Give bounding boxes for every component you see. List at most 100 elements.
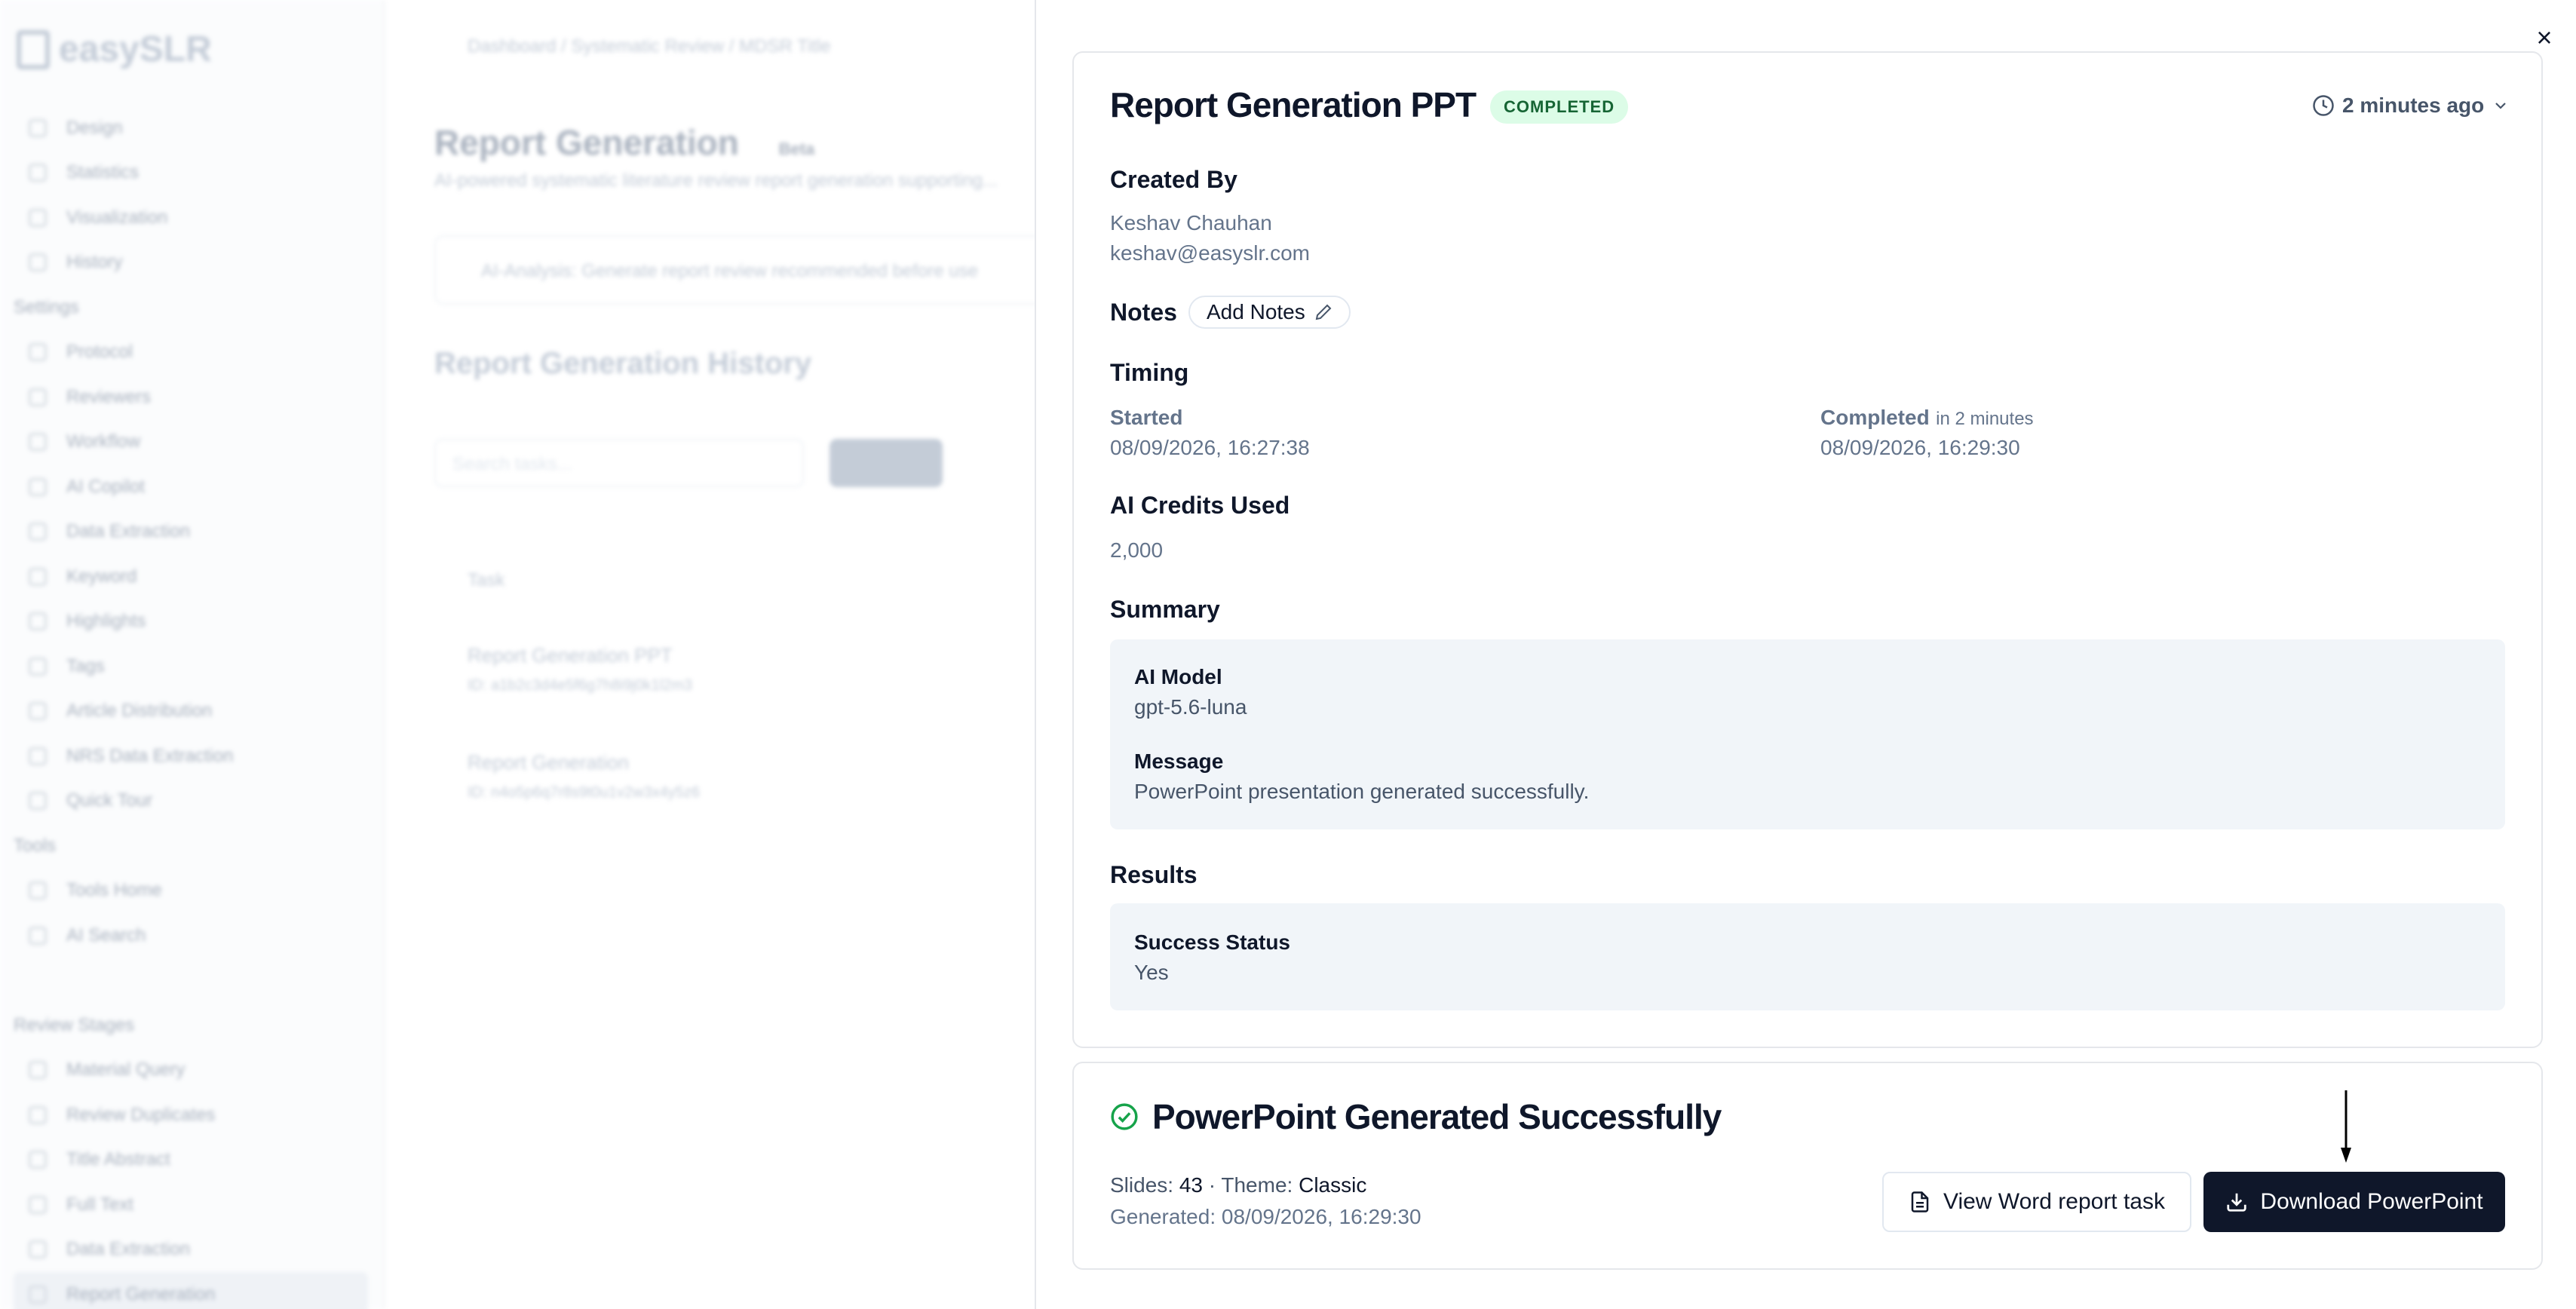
nav-item-icon [29, 746, 47, 765]
nav-item-icon [29, 433, 47, 452]
sidebar: easySLR Design Statistics Visualization His… [0, 0, 385, 1309]
results-label: Results [1110, 861, 1198, 888]
status-badge: COMPLETED [1490, 90, 1629, 124]
page-subtitle: AI-powered systematic literature review … [434, 170, 998, 191]
history-title: Report Generation History [434, 347, 812, 380]
powerpoint-meta: Slides: 43 · Theme: Classic [1110, 1173, 1367, 1197]
close-icon[interactable]: × [2531, 24, 2558, 51]
started-value: 08/09/2026, 16:27:38 [1110, 436, 1310, 459]
sidebar-item[interactable]: Tags [14, 644, 368, 689]
table-row[interactable]: Report Generation PPT [468, 644, 673, 667]
download-powerpoint-button[interactable]: Download PowerPoint [2203, 1172, 2505, 1232]
task-title: Report Generation PPT [1110, 85, 1477, 124]
sidebar-item[interactable]: Article Distribution [14, 689, 368, 734]
sidebar-item[interactable]: Highlights [14, 599, 368, 645]
summary-label: Summary [1110, 596, 1220, 623]
nav-item-icon [29, 612, 47, 631]
sidebar-section-header: Review Stages [14, 1014, 135, 1035]
beta-badge: Beta [778, 139, 815, 158]
sidebar-section-header: Settings [14, 296, 79, 317]
powerpoint-result-card [1072, 1062, 2543, 1270]
sidebar-item[interactable]: Design [14, 106, 368, 151]
completed-header: Completed in 2 minutes [1820, 406, 2034, 430]
main-content: Dashboard / Systematic Review / MDSR Tit… [407, 0, 1056, 1309]
check-circle-icon [1111, 1103, 1138, 1130]
nav-item-icon [29, 657, 47, 676]
page-title: Report Generation Beta [434, 123, 815, 162]
nav-item-icon [29, 926, 47, 945]
creator-email: keshav@easyslr.com [1110, 241, 1310, 265]
creator-name: Keshav Chauhan [1110, 211, 1272, 235]
time-ago-dropdown[interactable]: 2 minutes ago [2312, 94, 2510, 118]
sidebar-nav: Design Statistics Visualization History Sett… [14, 106, 368, 1309]
message-label: Message [1134, 750, 1224, 773]
sidebar-item[interactable]: Workflow [14, 420, 368, 465]
app-logo: easySLR [17, 29, 212, 70]
completed-value: 08/09/2026, 16:29:30 [1820, 436, 2020, 459]
powerpoint-title: PowerPoint Generated Successfully [1152, 1097, 1722, 1136]
nav-item-icon [29, 1285, 47, 1304]
sidebar-item[interactable]: AI Copilot [14, 464, 368, 510]
sidebar-section-header: Tools [14, 835, 57, 856]
download-icon [2227, 1193, 2247, 1212]
nav-item-icon [29, 702, 47, 721]
nav-item-icon [29, 1061, 47, 1080]
generated-timestamp: Generated: 08/09/2026, 16:29:30 [1110, 1205, 1421, 1228]
document-icon [1911, 1191, 1929, 1212]
breadcrumb[interactable]: Dashboard / Systematic Review / MDSR Tit… [468, 36, 831, 57]
chevron-down-icon [2495, 103, 2507, 109]
nav-item-icon [29, 1105, 47, 1124]
sidebar-item[interactable]: Statistics [14, 151, 368, 196]
nav-item-icon [29, 1151, 47, 1170]
table-row-id: ID: a1b2c3d4e5f6g7h8i9j0k1l2m3 [468, 677, 692, 694]
search-input[interactable]: Search tasks... [434, 439, 804, 487]
table-row[interactable]: Report Generation [468, 751, 629, 774]
sidebar-item[interactable]: Data Extraction [14, 1228, 368, 1273]
sidebar-item[interactable]: Review Duplicates [14, 1093, 368, 1138]
add-notes-button[interactable]: Add Notes [1188, 296, 1351, 329]
sidebar-item[interactable]: Protocol [14, 330, 368, 376]
timing-label: Timing [1110, 359, 1189, 386]
task-details-card [1072, 51, 2543, 1048]
nav-item-icon [29, 118, 47, 137]
sidebar-item[interactable]: AI Search [14, 913, 368, 958]
credits-label: AI Credits Used [1110, 492, 1290, 519]
sidebar-item[interactable]: Title Abstract [14, 1138, 368, 1183]
sidebar-item[interactable]: Report Generation [14, 1272, 368, 1309]
created-by-label: Created By [1110, 166, 1237, 193]
nav-item-icon [29, 881, 47, 900]
credits-value: 2,000 [1110, 538, 1164, 562]
sidebar-item[interactable]: Quick Tour [14, 779, 368, 824]
sidebar-item[interactable]: Material Query [14, 1048, 368, 1093]
nav-item-icon [29, 388, 47, 406]
notes-label: Notes [1110, 299, 1177, 326]
sidebar-item[interactable]: Visualization [14, 195, 368, 241]
sidebar-item[interactable]: NRS Data Extraction [14, 734, 368, 779]
message-value: PowerPoint presentation generated succes… [1134, 780, 1590, 803]
theme-name: Classic [1299, 1173, 1367, 1197]
success-status-label: Success Status [1134, 930, 1290, 954]
sidebar-section-header [14, 958, 368, 1004]
sidebar-item[interactable]: Reviewers [14, 375, 368, 420]
table-row-id: ID: n4o5p6q7r8s9t0u1v2w3x4y5z6 [468, 784, 700, 801]
ai-model-value: gpt-5.6-luna [1134, 695, 1247, 719]
pointer-arrow-icon [2341, 1090, 2351, 1163]
search-button[interactable] [830, 439, 943, 487]
sidebar-item[interactable]: Full Text [14, 1182, 368, 1228]
nav-item-icon [29, 477, 47, 496]
pencil-icon [1315, 304, 1332, 320]
nav-item-icon [29, 164, 47, 182]
success-status-value: Yes [1134, 961, 1169, 984]
ai-model-label: AI Model [1134, 665, 1222, 688]
sidebar-item[interactable]: Tools Home [14, 869, 368, 914]
clock-icon [2313, 95, 2334, 116]
info-alert: AI-Analysis: Generate report review reco… [434, 235, 1053, 305]
nav-item-icon [29, 343, 47, 362]
started-label: Started [1110, 406, 1183, 429]
nav-item-icon [29, 792, 47, 811]
sidebar-item[interactable]: History [14, 241, 368, 286]
sidebar-item[interactable]: Keyword [14, 554, 368, 599]
view-word-report-button[interactable]: View Word report task [1882, 1172, 2191, 1232]
nav-item-icon [29, 253, 47, 272]
sidebar-item[interactable]: Data Extraction [14, 510, 368, 555]
